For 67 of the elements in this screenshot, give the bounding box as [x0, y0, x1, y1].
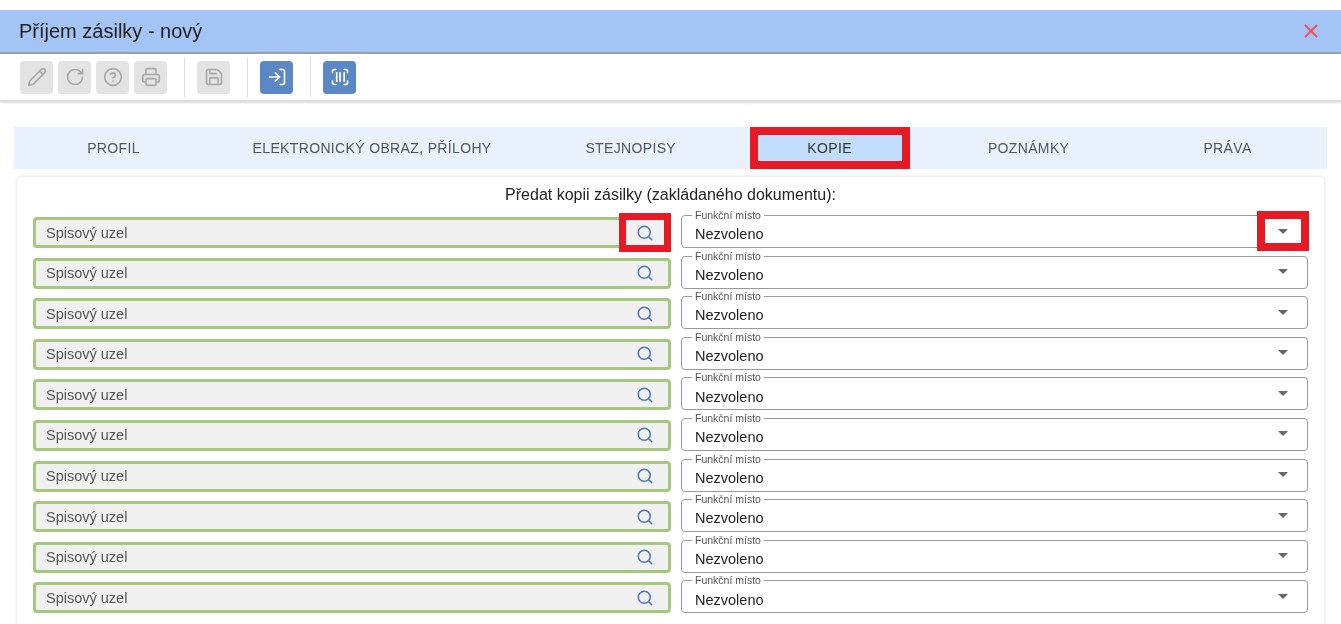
save-icon	[203, 67, 224, 87]
search-field[interactable]: Spisový uzel	[33, 460, 671, 492]
refresh-icon	[64, 67, 85, 87]
printer-icon	[140, 67, 161, 87]
select-value: Nezvoleno	[695, 428, 765, 448]
select-label: Funkční místo	[692, 371, 764, 384]
search-icon	[636, 548, 654, 567]
barcode-icon	[329, 67, 350, 87]
search-icon	[636, 426, 654, 445]
select-label: Funkční místo	[692, 290, 764, 303]
select-value: Nezvoleno	[695, 347, 765, 367]
select-label: Funkční místo	[692, 411, 764, 424]
search-field[interactable]: Spisový uzel	[33, 338, 671, 370]
search-button[interactable]	[619, 213, 671, 252]
tab[interactable]: POZNÁMKY	[973, 127, 1084, 169]
panel-heading: Předat kopii zásilky (zakládaného dokumentu):	[505, 186, 836, 203]
dropdown-icon[interactable]	[1278, 593, 1288, 599]
search-icon	[636, 264, 654, 283]
select-label: Funkční místo	[692, 533, 764, 546]
search-icon	[636, 385, 654, 404]
select-value: Nezvoleno	[695, 468, 765, 488]
select-value: Nezvoleno	[695, 387, 765, 407]
barcode-button[interactable]	[323, 60, 356, 94]
tab[interactable]: STEJNOPISY	[571, 127, 690, 169]
search-icon	[636, 304, 654, 323]
search-field[interactable]: Spisový uzel	[33, 582, 671, 614]
pencil-icon	[26, 67, 47, 87]
search-field[interactable]: Spisový uzel	[33, 379, 671, 411]
tab[interactable]: ELEKTRONICKÝ OBRAZ, PŘÍLOHY	[238, 127, 506, 169]
dropdown-icon[interactable]	[1278, 269, 1288, 275]
search-field[interactable]: Spisový uzel	[33, 419, 671, 451]
window-title: Příjem zásilky - nový	[19, 19, 203, 44]
select-value: Nezvoleno	[695, 509, 765, 529]
dropdown-icon[interactable]	[1278, 553, 1288, 559]
tab[interactable]: KOPIE	[749, 127, 910, 169]
select-label: Funkční místo	[692, 209, 764, 221]
select-value: Nezvoleno	[695, 265, 765, 285]
select-label: Funkční místo	[692, 249, 764, 262]
select-value: Nezvoleno	[695, 306, 765, 326]
select-label: Funkční místo	[692, 574, 764, 587]
select-label: Funkční místo	[692, 493, 764, 506]
select-value: Nezvoleno	[695, 225, 765, 245]
search-field[interactable]: Spisový uzel	[33, 501, 671, 533]
help-icon	[102, 67, 123, 87]
search-field[interactable]: Spisový uzel	[33, 257, 671, 289]
dropdown-icon[interactable]	[1278, 350, 1288, 356]
search-icon	[636, 588, 654, 607]
search-icon	[636, 345, 654, 364]
tab[interactable]: PROFIL	[73, 127, 154, 169]
select-value: Nezvoleno	[695, 550, 765, 569]
search-icon	[636, 223, 654, 242]
dropdown-icon[interactable]	[1278, 472, 1288, 478]
dropdown-icon[interactable]	[1278, 431, 1288, 437]
dropdown-icon[interactable]	[1278, 309, 1288, 315]
enter-button[interactable]	[260, 60, 293, 94]
enter-icon	[266, 67, 287, 87]
search-field[interactable]: Spisový uzel	[33, 541, 671, 573]
select-label: Funkční místo	[692, 330, 764, 343]
search-icon	[636, 467, 654, 486]
search-icon	[636, 507, 654, 526]
search-field[interactable]: Spisový uzel	[33, 298, 671, 330]
select-label: Funkční místo	[692, 452, 764, 465]
dropdown-icon[interactable]	[1278, 512, 1288, 518]
dropdown-icon[interactable]	[1278, 228, 1288, 234]
tab[interactable]: PRÁVA	[1189, 127, 1266, 169]
dropdown-icon[interactable]	[1278, 390, 1288, 396]
select-value: Nezvoleno	[695, 590, 765, 610]
